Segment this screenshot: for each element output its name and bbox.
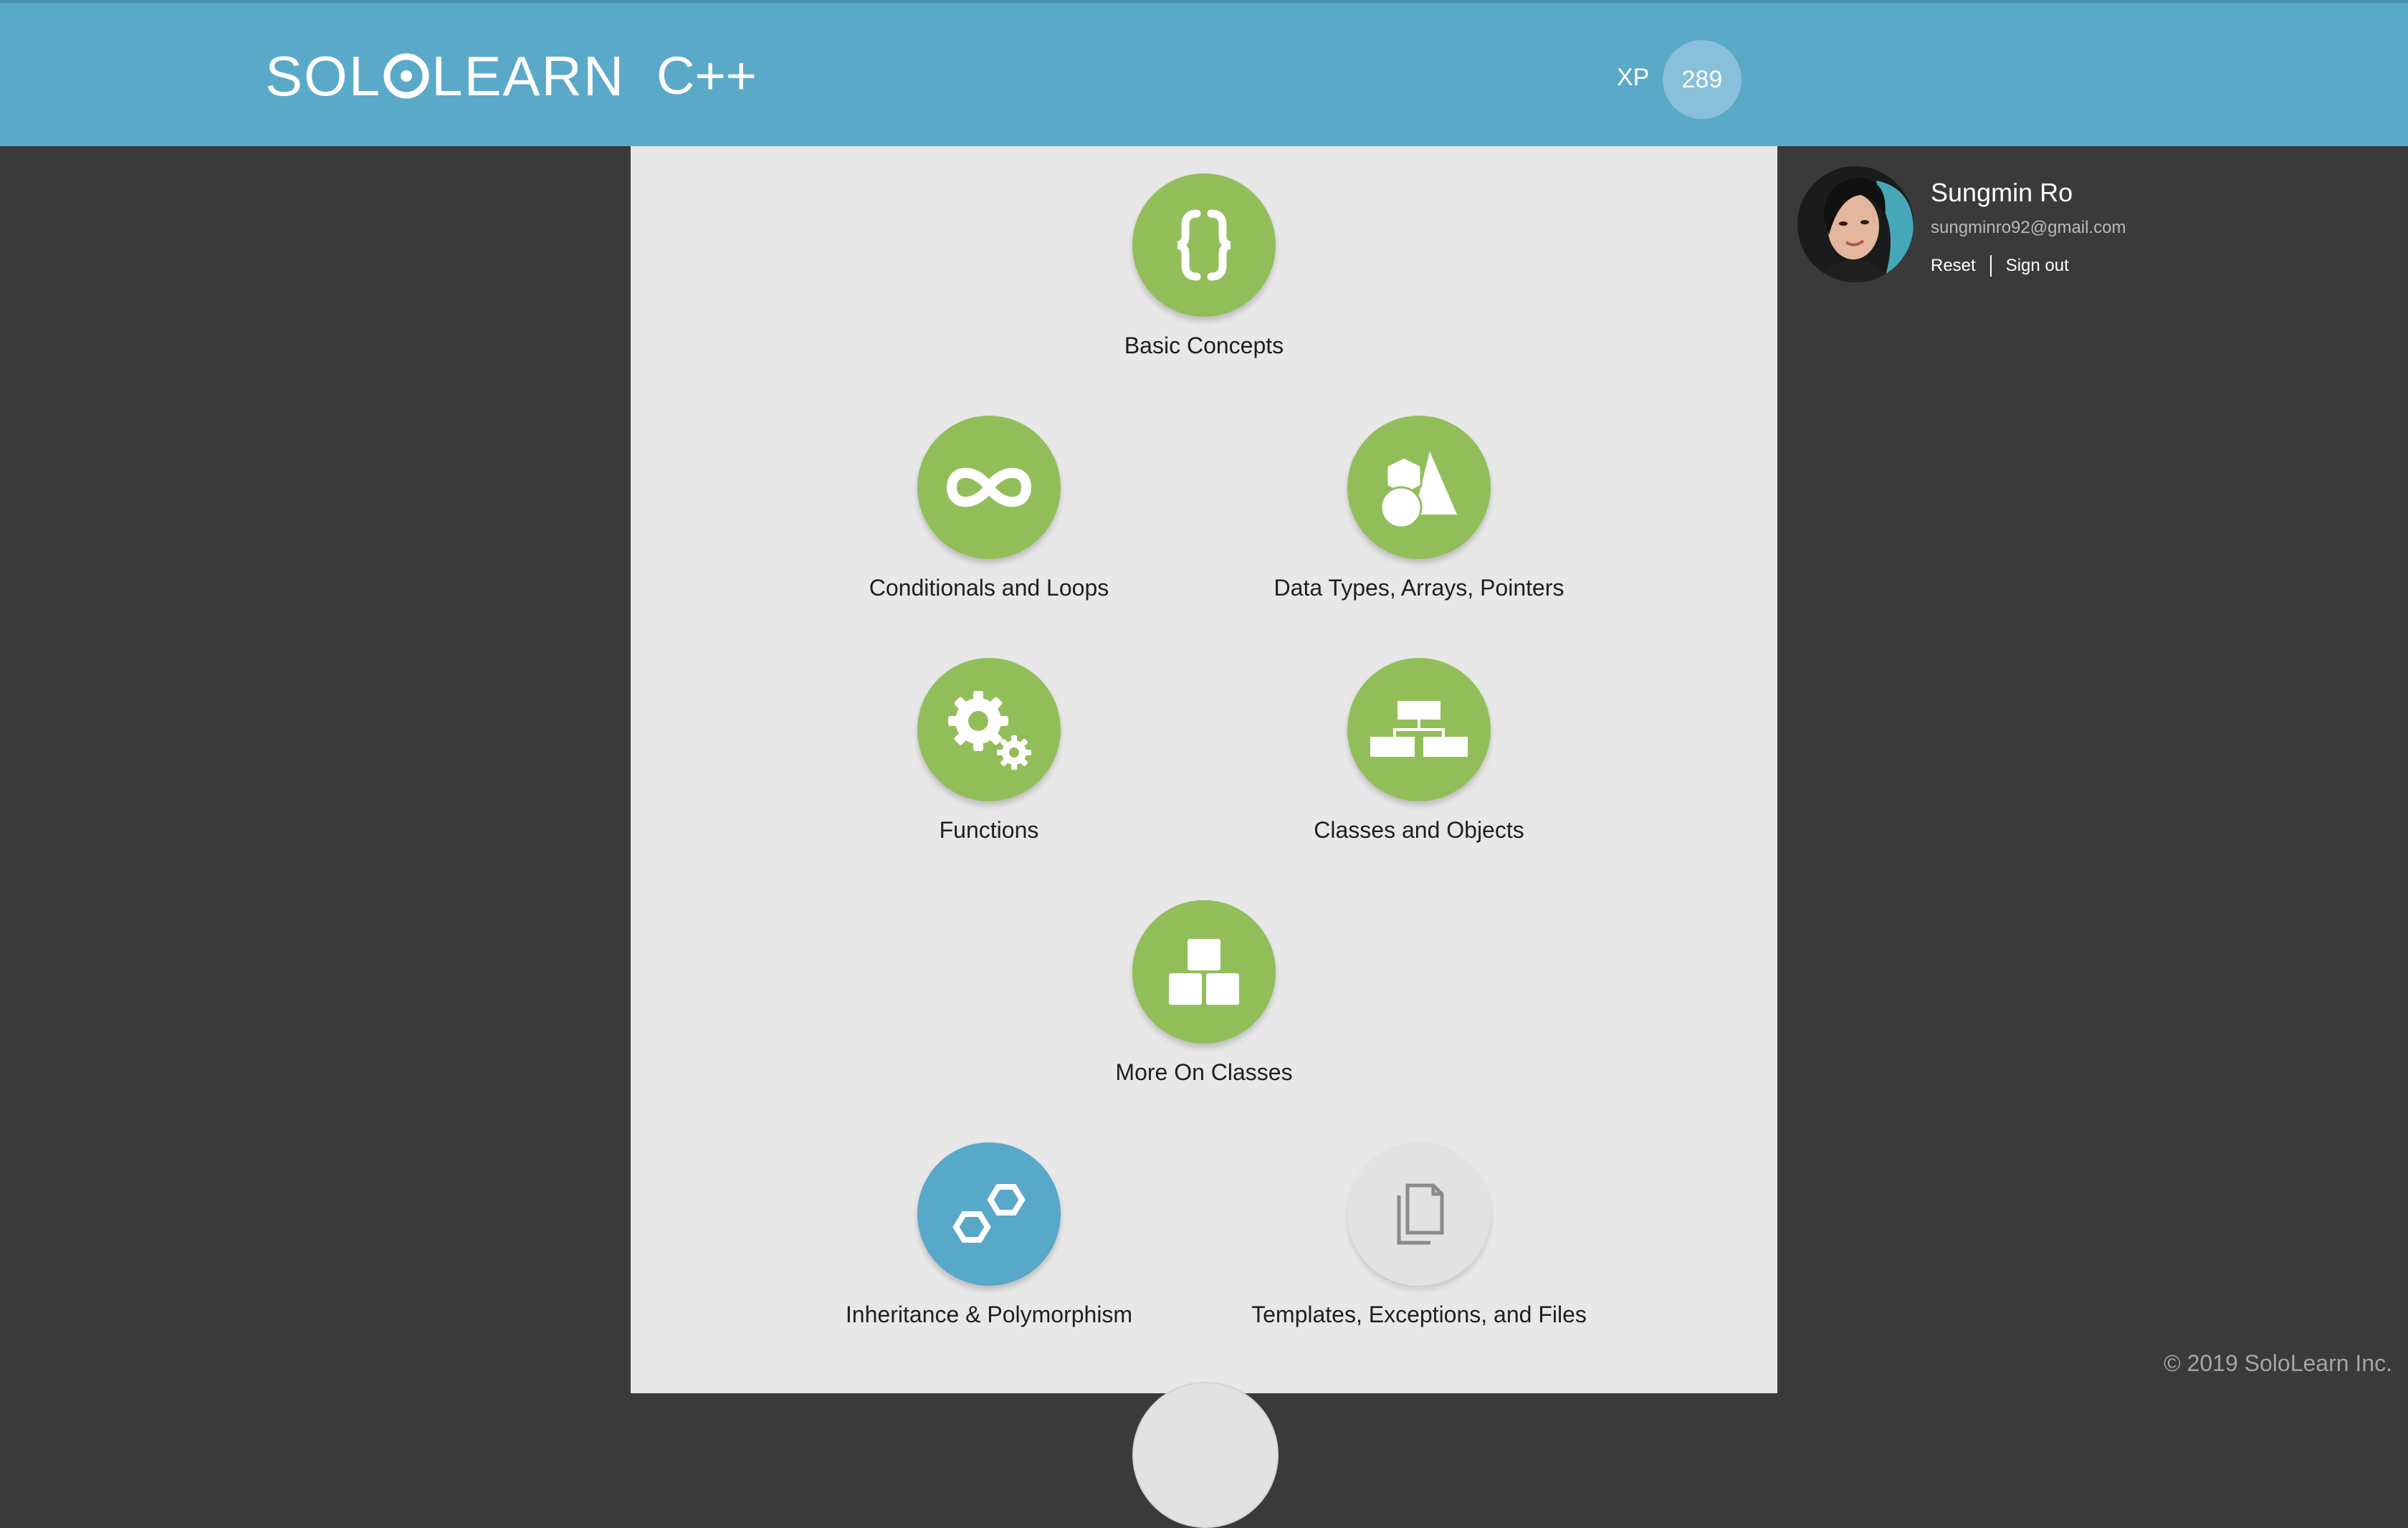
blocks-icon [1169, 939, 1239, 1005]
profile-card: Sungmin Ro sungminro92@gmail.com Reset S… [1797, 166, 2227, 288]
lesson-circle[interactable] [917, 416, 1061, 559]
hierarchy-icon [1370, 701, 1468, 757]
lesson-label: Conditionals and Loops [869, 575, 1109, 601]
logo-swirl-icon [383, 53, 429, 99]
lesson-circle[interactable] [1347, 658, 1491, 801]
logo-text-right: LEARN [431, 44, 626, 108]
lesson-inheritance-polymorphism[interactable]: Inheritance & Polymorphism [774, 1142, 1204, 1357]
lesson-basic-concepts[interactable]: Basic Concepts [989, 173, 1419, 388]
lesson-circle[interactable] [1347, 1142, 1491, 1286]
lesson-conditionals-and-loops[interactable]: Conditionals and Loops [774, 416, 1204, 631]
hexagons-icon [952, 1184, 1026, 1243]
actions-divider [1989, 255, 1992, 277]
lesson-label: Basic Concepts [1124, 333, 1284, 358]
logo-text-left: SOL [265, 44, 382, 108]
files-icon [1397, 1183, 1444, 1245]
lesson-circle[interactable] [917, 1142, 1061, 1286]
avatar[interactable] [1797, 166, 1914, 282]
lesson-label: More On Classes [1115, 1059, 1293, 1085]
xp-badge[interactable]: 289 [1663, 40, 1742, 119]
profile-email: sungminro92@gmail.com [1931, 218, 2126, 237]
lesson-label: Inheritance & Polymorphism [845, 1302, 1133, 1327]
lesson-circle[interactable] [1347, 416, 1491, 559]
course-title: C++ [656, 46, 757, 105]
lesson-circle[interactable] [1132, 900, 1276, 1044]
lesson-label: Templates, Exceptions, and Files [1251, 1302, 1587, 1327]
lesson-label: Functions [939, 817, 1039, 843]
lesson-templates-exceptions-files[interactable]: Templates, Exceptions, and Files [1204, 1142, 1634, 1357]
sololearn-logo[interactable]: SOL LEARN [265, 43, 625, 109]
infinity-icon [946, 467, 1032, 507]
course-map-panel: Basic Concepts Conditionals and Loops Da… [631, 146, 1777, 1393]
lesson-circle[interactable] [917, 658, 1061, 801]
lesson-circle[interactable] [1132, 173, 1276, 317]
lesson-functions[interactable]: Functions [774, 658, 1204, 873]
avatar-photo-icon [1797, 166, 1914, 282]
sign-out-link[interactable]: Sign out [2006, 256, 2069, 276]
reset-link[interactable]: Reset [1931, 256, 1976, 276]
lesson-label: Data Types, Arrays, Pointers [1274, 575, 1564, 601]
next-lesson-circle-partial[interactable] [1132, 1382, 1279, 1528]
lesson-classes-and-objects[interactable]: Classes and Objects [1204, 658, 1634, 873]
top-header: SOL LEARN C++ XP 289 [0, 0, 2408, 146]
lesson-more-on-classes[interactable]: More On Classes [989, 900, 1419, 1115]
shapes-icon [1380, 452, 1457, 529]
curly-braces-icon [1177, 209, 1231, 281]
gears-icon [948, 691, 1031, 770]
lesson-data-types-arrays-pointers[interactable]: Data Types, Arrays, Pointers [1204, 416, 1634, 631]
profile-name: Sungmin Ro [1931, 178, 2073, 207]
profile-actions: Reset Sign out [1931, 255, 2069, 277]
lesson-label: Classes and Objects [1314, 817, 1524, 843]
xp-label: XP [1617, 64, 1650, 91]
footer-copyright: © 2019 SoloLearn Inc. [2164, 1350, 2392, 1376]
